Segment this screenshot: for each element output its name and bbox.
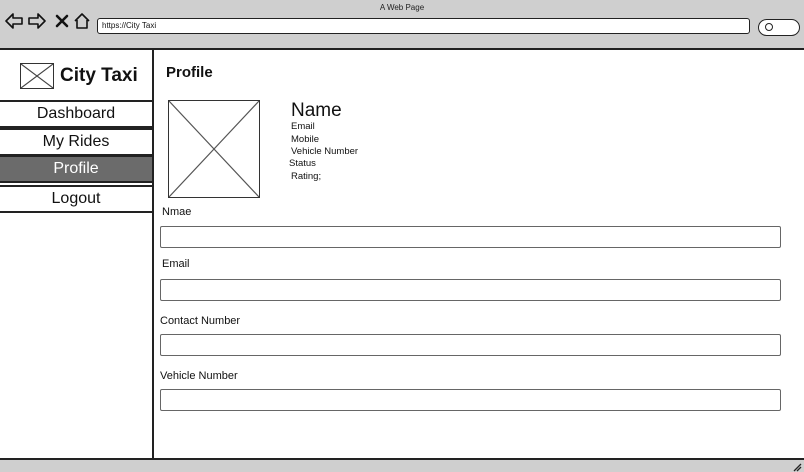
logo-text: City Taxi — [60, 65, 138, 86]
sidebar: City Taxi Dashboard My Rides Profile Log… — [0, 50, 154, 458]
browser-chrome: A Web Page https://City Taxi — [0, 0, 804, 50]
home-icon[interactable] — [74, 13, 90, 33]
window-title: A Web Page — [379, 3, 425, 12]
vehicle-number-label: Vehicle Number — [160, 370, 238, 382]
sidebar-item-label: Profile — [53, 160, 99, 177]
sidebar-item-my-rides[interactable]: My Rides — [0, 128, 154, 156]
search-icon — [765, 23, 773, 31]
status-bar — [0, 458, 804, 472]
contact-number-field[interactable] — [160, 334, 781, 356]
url-bar[interactable]: https://City Taxi — [97, 18, 750, 34]
forward-icon[interactable] — [28, 13, 46, 33]
profile-rating: Rating; — [291, 171, 322, 182]
sidebar-item-profile[interactable]: Profile — [0, 155, 154, 183]
back-icon[interactable] — [5, 13, 23, 33]
name-field[interactable] — [160, 226, 781, 248]
sidebar-item-label: My Rides — [42, 133, 110, 150]
profile-status: Status — [289, 158, 316, 169]
profile-mobile: Mobile — [291, 134, 319, 145]
close-icon[interactable] — [55, 13, 69, 33]
logo[interactable]: City Taxi — [20, 62, 138, 90]
profile-vehicle-number: Vehicle Number — [291, 146, 359, 157]
profile-email: Email — [291, 121, 315, 132]
profile-image-icon — [168, 100, 260, 198]
email-field[interactable] — [160, 279, 781, 301]
profile-name: Name — [291, 100, 342, 121]
contact-number-label: Contact Number — [160, 315, 241, 327]
name-label: Nmae — [162, 206, 192, 218]
logo-image-icon — [20, 63, 54, 89]
sidebar-item-dashboard[interactable]: Dashboard — [0, 100, 154, 128]
search-box[interactable] — [758, 19, 800, 36]
resize-grip-icon[interactable] — [792, 462, 802, 472]
page-title: Profile — [166, 64, 213, 81]
email-label: Email — [162, 258, 190, 270]
sidebar-item-label: Dashboard — [36, 105, 116, 122]
sidebar-item-logout[interactable]: Logout — [0, 185, 154, 213]
vehicle-number-field[interactable] — [160, 389, 781, 411]
sidebar-item-label: Logout — [51, 190, 101, 207]
